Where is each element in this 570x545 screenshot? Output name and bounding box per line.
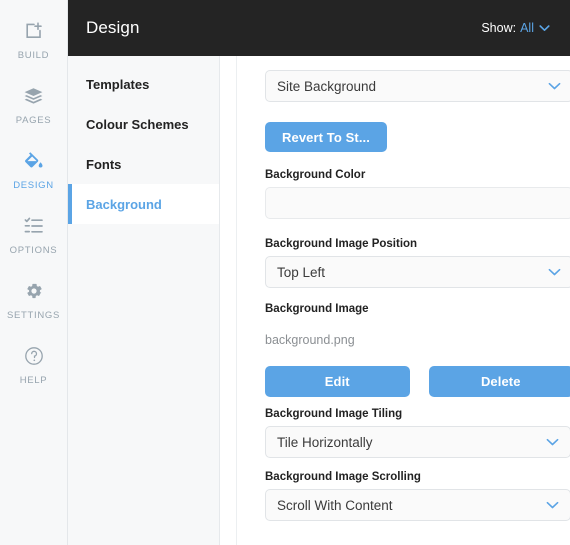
rail-label-settings: SETTINGS [6,309,61,321]
background-image-scrolling-label: Background Image Scrolling [265,471,421,483]
background-image-tiling-label: Background Image Tiling [265,408,403,420]
edit-image-button[interactable]: Edit [265,366,410,397]
add-page-icon [24,21,44,43]
app-root: BUILD PAGES DESIGN OPTIONS SETTINGS HELP… [0,0,570,545]
subnav-label-templates: Templates [86,76,150,92]
rail-label-design: DESIGN [13,179,54,191]
rail-item-options[interactable]: OPTIONS [0,203,68,268]
subnav-label-background: Background [86,196,162,212]
rail-item-settings[interactable]: SETTINGS [0,268,68,333]
subnav-item-colour-schemes[interactable]: Colour Schemes [68,104,219,144]
revert-to-standard-button[interactable]: Revert To St... [265,122,387,152]
rail-label-help: HELP [19,374,48,386]
background-image-position-value: Top Left [277,264,326,280]
rail-label-build: BUILD [17,49,50,61]
layers-icon [23,86,44,108]
background-image-tiling-value: Tile Horizontally [277,434,373,450]
background-image-actions: Edit Delete [265,366,570,397]
rail-item-build[interactable]: BUILD [0,8,68,73]
background-image-tiling-select[interactable]: Tile Horizontally [265,426,570,458]
background-scope-value: Site Background [277,78,377,94]
chevron-down-icon [546,501,559,510]
subnav-label-colour-schemes: Colour Schemes [86,116,189,132]
subnav-item-fonts[interactable]: Fonts [68,144,219,184]
background-color-label: Background Color [265,169,366,181]
rail-item-pages[interactable]: PAGES [0,73,68,138]
design-subnav: Templates Colour Schemes Fonts Backgroun… [68,56,220,545]
show-filter-value: All [520,21,534,35]
gear-icon [24,281,44,303]
background-color-input[interactable] [265,187,570,219]
chevron-down-icon [539,24,550,32]
primary-nav-rail: BUILD PAGES DESIGN OPTIONS SETTINGS HELP [0,0,68,545]
show-filter-dropdown[interactable]: Show: All [481,21,550,35]
background-image-label: Background Image [265,303,369,315]
show-filter-label: Show: [481,21,517,35]
app-header: Design Show: All [68,0,570,56]
panel-gutter [220,56,237,545]
subnav-label-fonts: Fonts [86,156,122,172]
background-image-scrolling-select[interactable]: Scroll With Content [265,489,570,521]
rail-label-options: OPTIONS [9,244,58,256]
rail-label-pages: PAGES [15,114,52,126]
rail-item-design[interactable]: DESIGN [0,138,68,203]
subnav-item-templates[interactable]: Templates [68,64,219,104]
checklist-icon [24,216,44,238]
content-area: Templates Colour Schemes Fonts Backgroun… [68,56,570,545]
background-image-position-select[interactable]: Top Left [265,256,570,288]
background-scope-select[interactable]: Site Background [265,70,570,102]
chevron-down-icon [548,268,561,277]
background-image-position-label: Background Image Position [265,238,418,250]
subnav-item-background[interactable]: Background [68,184,219,224]
paint-bucket-icon [23,151,44,173]
background-image-filename: background.png [265,333,355,347]
chevron-down-icon [546,438,559,447]
background-settings-panel: Site Background Revert To St... Backgrou… [237,56,570,545]
delete-image-button[interactable]: Delete [428,366,570,397]
background-image-scrolling-value: Scroll With Content [277,497,393,513]
chevron-down-icon [548,82,561,91]
rail-item-help[interactable]: HELP [0,333,68,398]
question-circle-icon [24,346,44,368]
page-title: Design [86,18,140,37]
